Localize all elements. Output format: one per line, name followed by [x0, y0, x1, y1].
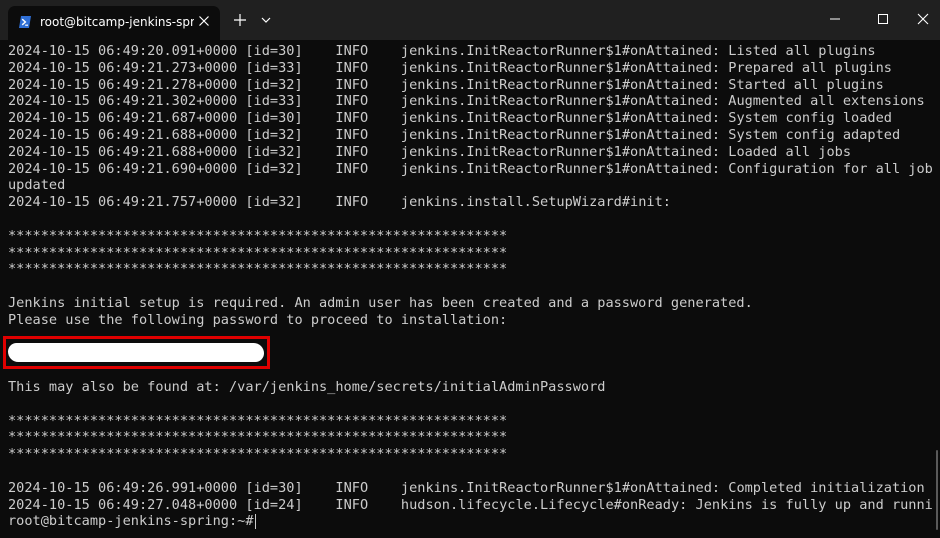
chevron-down-icon	[261, 17, 271, 23]
tab-active[interactable]: root@bitcamp-jenkins-spring:	[8, 6, 220, 40]
log-line-wizard: 2024-10-15 06:49:21.757+0000 [id=32] INF…	[8, 194, 671, 211]
log-ts: 2024-10-15 06:49:21.302+0000	[8, 93, 238, 110]
log-level: INFO	[335, 43, 369, 59]
log-msg: jenkins.InitReactorRunner$1#onAttained: …	[400, 59, 892, 76]
stars-line: ****************************************…	[8, 227, 508, 244]
log-ts: 2024-10-15 06:49:21.273+0000	[8, 59, 238, 76]
shell-prompt[interactable]: root@bitcamp-jenkins-spring:~#	[8, 513, 934, 530]
log-level: INFO	[335, 143, 369, 160]
log-msg: hudson.lifecycle.Lifecycle#onReady: Jenk…	[400, 496, 934, 513]
log-ts: 2024-10-15 06:49:27.048+0000	[8, 496, 238, 513]
password-redaction	[8, 343, 264, 362]
minimize-button[interactable]	[822, 8, 848, 30]
log-line: 2024-10-15 06:49:21.690+0000 [id=32] INF…	[8, 161, 934, 178]
log-ts: 2024-10-15 06:49:21.688+0000	[8, 143, 238, 160]
scrollbar-thumb[interactable]	[936, 450, 938, 530]
log-msg: jenkins.InitReactorRunner$1#onAttained: …	[400, 479, 925, 496]
close-icon	[917, 13, 929, 25]
maximize-icon	[878, 14, 888, 24]
log-ts: 2024-10-15 06:49:21.690+0000	[8, 160, 238, 177]
log-line: 2024-10-15 06:49:21.302+0000 [id=33] INF…	[8, 93, 934, 110]
setup-message: Jenkins initial setup is required. An ad…	[8, 294, 753, 311]
log-msg: jenkins.InitReactorRunner$1#onAttained: …	[400, 43, 876, 59]
log-id: [id=32]	[245, 126, 303, 143]
log-msg: jenkins.InitReactorRunner$1#onAttained: …	[400, 143, 852, 160]
stars-line: ****************************************…	[8, 261, 508, 278]
log-ts: 2024-10-15 06:49:21.688+0000	[8, 126, 238, 143]
log-level: INFO	[335, 110, 369, 127]
log-line: 2024-10-15 06:49:21.687+0000 [id=30] INF…	[8, 110, 934, 127]
maximize-button[interactable]	[870, 8, 896, 30]
log-msg: jenkins.InitReactorRunner$1#onAttained: …	[400, 76, 884, 93]
log-id: [id=33]	[245, 59, 303, 76]
log-msg: jenkins.InitReactorRunner$1#onAttained: …	[400, 126, 901, 143]
plus-icon	[234, 14, 246, 26]
close-window-button[interactable]	[910, 8, 936, 30]
log-msg: jenkins.InitReactorRunner$1#onAttained: …	[400, 93, 925, 110]
log-msg: jenkins.InitReactorRunner$1#onAttained: …	[400, 110, 892, 127]
password-file-path: This may also be found at: /var/jenkins_…	[8, 378, 606, 395]
log-lines: 2024-10-15 06:49:20.091+0000 [id=30] INF…	[8, 43, 934, 177]
log-level: INFO	[335, 76, 369, 93]
log-wrap-line: updated	[8, 177, 66, 194]
log-level: INFO	[335, 59, 369, 76]
terminal-output[interactable]: 2024-10-15 06:49:20.091+0000 [id=30] INF…	[8, 43, 934, 530]
log-ts: 2024-10-15 06:49:21.278+0000	[8, 76, 238, 93]
log-level: INFO	[335, 496, 369, 513]
stars-line: ****************************************…	[8, 412, 508, 429]
final-log-lines: 2024-10-15 06:49:26.991+0000 [id=30] INF…	[8, 480, 934, 514]
stars-line: ****************************************…	[8, 446, 508, 463]
powershell-icon	[18, 14, 32, 28]
log-ts: 2024-10-15 06:49:21.687+0000	[8, 110, 238, 127]
log-line: 2024-10-15 06:49:20.091+0000 [id=30] INF…	[8, 43, 934, 60]
log-level: INFO	[335, 93, 369, 110]
log-id: [id=32]	[245, 76, 303, 93]
log-line: 2024-10-15 06:49:26.991+0000 [id=30] INF…	[8, 480, 934, 497]
log-line: 2024-10-15 06:49:21.688+0000 [id=32] INF…	[8, 127, 934, 144]
log-id: [id=33]	[245, 93, 303, 110]
text-cursor	[255, 514, 256, 529]
log-ts: 2024-10-15 06:49:20.091+0000	[8, 43, 238, 59]
log-level: INFO	[335, 160, 369, 177]
tab-close-icon[interactable]	[198, 15, 210, 27]
log-line: 2024-10-15 06:49:27.048+0000 [id=24] INF…	[8, 497, 934, 514]
terminal-window: root@bitcamp-jenkins-spring:	[0, 0, 940, 538]
log-id: [id=30]	[245, 110, 303, 127]
stars-line: ****************************************…	[8, 244, 508, 261]
log-id: [id=30]	[245, 479, 303, 496]
log-level: INFO	[335, 479, 369, 496]
stars-line: ****************************************…	[8, 429, 508, 446]
log-ts: 2024-10-15 06:49:26.991+0000	[8, 479, 238, 496]
log-id: [id=30]	[245, 43, 303, 59]
minimize-icon	[830, 18, 840, 20]
log-level: INFO	[335, 126, 369, 143]
log-msg: jenkins.InitReactorRunner$1#onAttained: …	[400, 160, 934, 177]
log-line: 2024-10-15 06:49:21.688+0000 [id=32] INF…	[8, 144, 934, 161]
log-id: [id=32]	[245, 143, 303, 160]
log-id: [id=32]	[245, 160, 303, 177]
setup-instruction: Please use the following password to pro…	[8, 311, 508, 328]
log-id: [id=24]	[245, 496, 303, 513]
tab-dropdown-button[interactable]	[260, 14, 272, 26]
title-bar[interactable]: root@bitcamp-jenkins-spring:	[0, 0, 940, 40]
tab-title: root@bitcamp-jenkins-spring:	[40, 15, 194, 29]
new-tab-button[interactable]	[232, 12, 248, 28]
log-line: 2024-10-15 06:49:21.278+0000 [id=32] INF…	[8, 77, 934, 94]
log-line: 2024-10-15 06:49:21.273+0000 [id=33] INF…	[8, 60, 934, 77]
